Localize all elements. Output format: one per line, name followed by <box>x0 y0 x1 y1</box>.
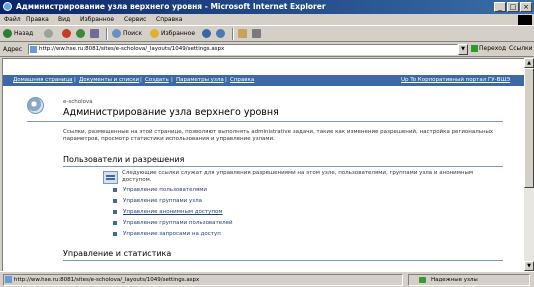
menu-bar: Файл Правка Вид Избранное Сервис Справка <box>0 14 534 26</box>
windows-logo-icon <box>518 15 532 25</box>
mail-button[interactable] <box>238 29 249 39</box>
favorites-button[interactable]: Избранное <box>150 29 195 39</box>
page-icon <box>5 276 12 283</box>
section-management-statistics-heading: Управление и статистика <box>63 249 172 258</box>
users-section-icon <box>103 171 118 184</box>
media-button[interactable] <box>202 29 213 39</box>
links-button[interactable]: Ссылки <box>509 45 533 52</box>
print-button[interactable] <box>252 29 263 39</box>
menu-view[interactable]: Вид <box>58 16 70 23</box>
bullet-icon <box>113 188 117 192</box>
site-logo-icon <box>27 97 44 114</box>
bullet-icon <box>113 232 117 236</box>
window-title: Администрирование узла верхнего уровня -… <box>16 2 326 11</box>
toolbar: Назад Поиск Избранное <box>0 26 534 42</box>
nav-create-link[interactable]: Создать <box>145 77 169 83</box>
title-divider <box>27 121 503 122</box>
back-arrow-icon <box>3 29 12 38</box>
forward-button[interactable] <box>44 29 55 39</box>
page-icon <box>30 46 37 53</box>
close-button[interactable]: × <box>520 2 532 12</box>
address-input[interactable]: http://ww.hse.ru:8081/sites/e-scholova/_… <box>28 44 458 55</box>
menu-edit[interactable]: Правка <box>26 16 49 23</box>
home-icon <box>90 29 99 38</box>
title-bar: Администрирование узла верхнего уровня -… <box>0 0 534 14</box>
vertical-scrollbar[interactable]: ▲ ▼ <box>524 58 534 271</box>
scroll-thumb[interactable] <box>524 68 534 188</box>
maximize-button[interactable]: □ <box>507 2 519 12</box>
page-content: Домашняя страница | Документы и списки |… <box>2 58 524 271</box>
favorites-star-icon <box>150 29 159 38</box>
stop-button[interactable] <box>62 29 73 39</box>
address-dropdown-button[interactable]: ▼ <box>458 44 468 55</box>
bullet-icon <box>113 221 117 225</box>
section-divider <box>63 166 503 167</box>
search-button[interactable]: Поиск <box>112 29 142 39</box>
nav-home-link[interactable]: Домашняя страница <box>13 77 73 83</box>
scroll-down-button[interactable]: ▼ <box>524 261 534 271</box>
address-url: http://ww.hse.ru:8081/sites/e-scholova/_… <box>39 46 225 52</box>
section-users-permissions-heading: Пользователи и разрешения <box>63 155 185 164</box>
refresh-button[interactable] <box>76 29 87 39</box>
menu-help[interactable]: Справка <box>156 16 182 23</box>
history-button[interactable] <box>216 29 227 39</box>
site-name: e-scholova <box>63 99 93 105</box>
address-bar: Адрес http://ww.hse.ru:8081/sites/e-scho… <box>0 42 534 57</box>
media-icon <box>202 29 211 38</box>
nav-separator: | <box>171 77 173 83</box>
page-description: Ссылки, размещенные на этой странице, по… <box>63 129 494 142</box>
status-bar: http://ww.hse.ru:8081/sites/e-scholova/_… <box>0 271 534 287</box>
menu-file[interactable]: Файл <box>4 16 21 23</box>
go-arrow-icon <box>471 45 478 52</box>
trusted-zone-icon <box>419 277 426 283</box>
nav-separator: | <box>225 77 227 83</box>
page-title: Администрирование узла верхнего уровня <box>63 107 279 118</box>
refresh-icon <box>76 29 85 38</box>
bullet-icon <box>113 199 117 203</box>
nav-site-settings-link[interactable]: Параметры узла <box>176 77 224 83</box>
bullet-icon <box>113 210 117 214</box>
section-divider <box>63 260 503 261</box>
mail-icon <box>238 29 247 38</box>
back-button[interactable]: Назад <box>3 29 33 39</box>
nav-documents-link[interactable]: Документы и списки <box>79 77 139 83</box>
history-icon <box>216 29 225 38</box>
nav-separator: | <box>140 77 142 83</box>
nav-help-link[interactable]: Справка <box>230 77 254 83</box>
menu-favorites[interactable]: Избранное <box>80 16 114 23</box>
search-icon <box>112 29 121 38</box>
nav-up-to-portal-link[interactable]: Up To Корпоративный портал ГУ-ВШЭ <box>401 77 510 83</box>
section-users-description: Следующие ссылки служат для управления р… <box>122 170 473 183</box>
print-icon <box>252 29 261 38</box>
toolbar-separator <box>106 28 108 40</box>
address-label: Адрес <box>3 46 23 53</box>
ie-logo-icon <box>3 2 12 11</box>
site-top-navigation: Домашняя страница | Документы и списки |… <box>3 75 524 86</box>
go-button[interactable]: Переход <box>471 45 506 52</box>
home-button[interactable] <box>90 29 101 39</box>
toolbar-separator <box>232 28 234 40</box>
status-url: http://ww.hse.ru:8081/sites/e-scholova/_… <box>3 274 403 286</box>
forward-arrow-icon <box>44 29 53 38</box>
stop-icon <box>62 29 71 38</box>
menu-tools[interactable]: Сервис <box>124 16 146 23</box>
nav-separator: | <box>74 77 76 83</box>
scroll-up-button[interactable]: ▲ <box>524 58 534 68</box>
minimize-button[interactable]: _ <box>494 2 506 12</box>
security-zone: Надежные узлы <box>408 274 530 286</box>
